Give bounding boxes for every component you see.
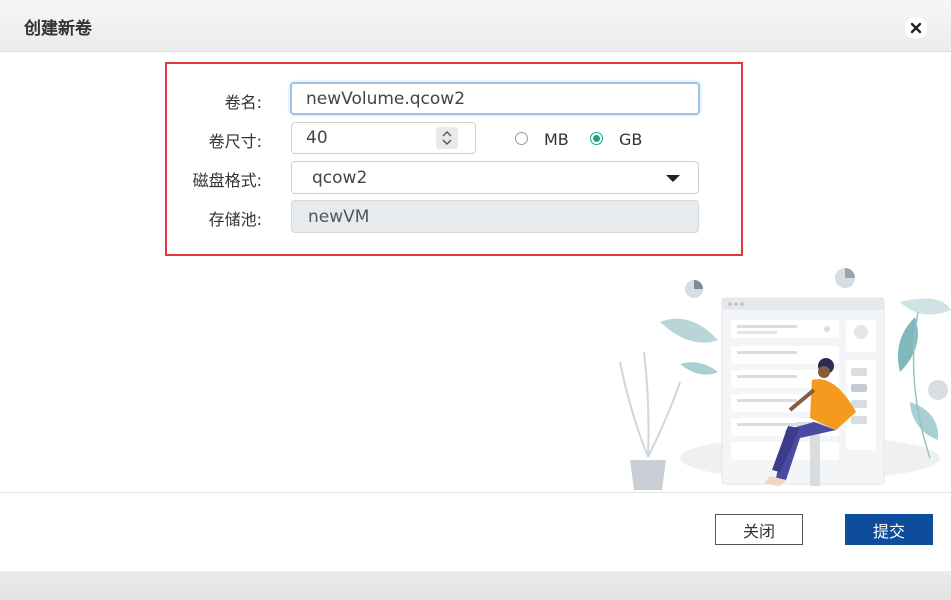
storage-pool-label: 存储池: (208, 210, 262, 229)
unit-gb-label: GB (619, 130, 643, 149)
volume-name-input[interactable]: newVolume.qcow2 (290, 82, 700, 115)
volume-name-label: 卷名: (224, 93, 262, 112)
volume-name-value: newVolume.qcow2 (306, 88, 466, 109)
volume-size-label: 卷尺寸: (208, 132, 262, 151)
spinner-arrows-icon (442, 131, 452, 145)
disk-format-label: 磁盘格式: (192, 171, 262, 190)
decorative-illustration (619, 268, 951, 490)
dialog-title: 创建新卷 (24, 19, 92, 39)
storage-pool-value: newVM (308, 206, 370, 227)
close-icon (910, 22, 922, 34)
storage-pool-input: newVM (291, 200, 699, 233)
volume-size-spinner[interactable] (436, 127, 458, 149)
disk-format-select[interactable]: qcow2 (291, 161, 699, 194)
footer-divider (0, 492, 951, 493)
bottom-bar (0, 571, 951, 600)
caret-down-icon (666, 175, 680, 182)
dialog-title-bar: 创建新卷 (0, 0, 951, 52)
close-button[interactable]: 关闭 (715, 514, 803, 545)
volume-size-input[interactable]: 40 (291, 122, 476, 154)
unit-mb-label: MB (544, 130, 569, 149)
dialog-close-button[interactable] (905, 17, 927, 39)
disk-format-value: qcow2 (312, 167, 368, 188)
unit-gb-radio[interactable] (590, 132, 603, 145)
create-volume-dialog: 创建新卷 卷名: newVolume.qcow2 卷尺寸: 40 MB GB 磁… (0, 0, 951, 600)
submit-button[interactable]: 提交 (845, 514, 933, 545)
unit-mb-radio[interactable] (515, 132, 528, 145)
volume-size-value: 40 (306, 128, 328, 148)
